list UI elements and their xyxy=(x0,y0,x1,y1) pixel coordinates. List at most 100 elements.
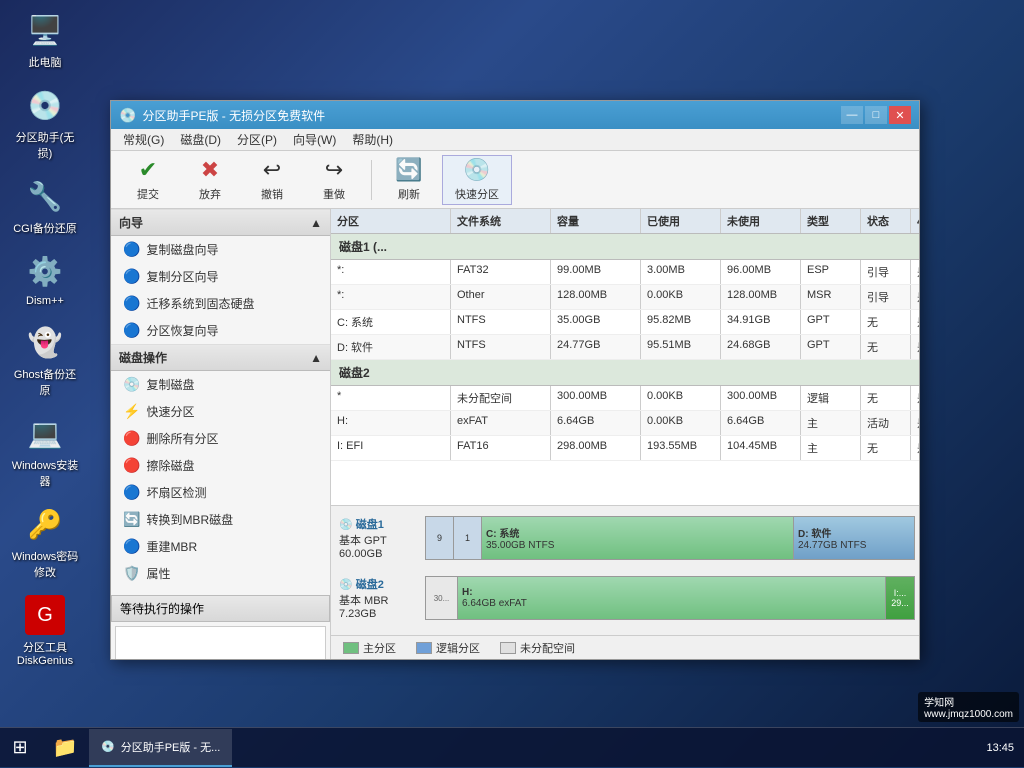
undo-button[interactable]: ↩ 撤销 xyxy=(243,155,301,205)
partition-table-header: 分区 文件系统 容量 已使用 未使用 类型 状态 4KB对齐 xyxy=(331,209,919,234)
desktop-icon-windows-password[interactable]: 🔑 Windows密码修改 xyxy=(10,504,80,580)
sidebar-item-properties[interactable]: 🛡️ 属性 xyxy=(111,560,330,587)
sidebar-item-rebuild-mbr[interactable]: 🔵 重建MBR xyxy=(111,533,330,560)
table-row[interactable]: D: 软件 NTFS 24.77GB 95.51MB 24.68GB GPT 无… xyxy=(331,335,919,360)
sidebar-item-copy-partition[interactable]: 🔵 复制分区向导 xyxy=(111,263,330,290)
discard-icon: ✖ xyxy=(201,157,219,183)
cell-status: 无 xyxy=(861,335,911,359)
legend-logical: 逻辑分区 xyxy=(416,640,480,656)
undo-icon: ↩ xyxy=(263,157,281,183)
copy-disk2-icon: 💿 xyxy=(123,376,140,393)
copy-partition-label: 复制分区向导 xyxy=(146,268,218,285)
partition-assistant-icon: 💿 xyxy=(25,85,65,125)
desktop-icon-cgi-backup[interactable]: 🔧 CGI备份还原 xyxy=(10,176,80,236)
table-row[interactable]: *: Other 128.00MB 0.00KB 128.00MB MSR 引导… xyxy=(331,285,919,310)
disk-ops-collapse-icon[interactable]: ▲ xyxy=(310,351,322,365)
cell-size: 300.00MB xyxy=(551,386,641,410)
table-row[interactable]: * 未分配空间 300.00MB 0.00KB 300.00MB 逻辑 无 是 xyxy=(331,386,919,411)
desktop-icon-ghost[interactable]: 👻 Ghost备份还原 xyxy=(10,322,80,398)
sidebar-item-copy-disk[interactable]: 🔵 复制磁盘向导 xyxy=(111,236,330,263)
menu-wizard[interactable]: 向导(W) xyxy=(285,129,344,151)
disk1-part-c[interactable]: C: 系统 35.00GB NTFS xyxy=(482,517,794,559)
disk2-part-h[interactable]: H: 6.64GB exFAT xyxy=(458,577,886,619)
table-row[interactable]: *: FAT32 99.00MB 3.00MB 96.00MB ESP 引导 是 xyxy=(331,260,919,285)
table-row[interactable]: I: EFI FAT16 298.00MB 193.55MB 104.45MB … xyxy=(331,436,919,461)
cell-align: 是 xyxy=(911,386,919,410)
quick-part-icon: ⚡ xyxy=(123,403,140,420)
sidebar-item-restore[interactable]: 🔵 分区恢复向导 xyxy=(111,317,330,344)
properties-icon: 🛡️ xyxy=(123,565,140,582)
menu-disk[interactable]: 磁盘(D) xyxy=(172,129,229,151)
content-area: 向导 ▲ 🔵 复制磁盘向导 🔵 复制分区向导 🔵 迁移系统到固态硬盘 🔵 xyxy=(111,209,919,659)
cell-fs: NTFS xyxy=(451,335,551,359)
check-bad-label: 坏扇区检测 xyxy=(146,484,206,501)
sidebar-item-check-bad[interactable]: 🔵 坏扇区检测 xyxy=(111,479,330,506)
refresh-label: 刷新 xyxy=(398,186,420,202)
window-title: 分区助手PE版 - 无损分区免费软件 xyxy=(142,107,841,124)
discard-button[interactable]: ✖ 放弃 xyxy=(181,155,239,205)
cell-status: 活动 xyxy=(861,411,911,435)
disk2-part-i[interactable]: I:... 29... xyxy=(886,577,914,619)
app-window: 💿 分区助手PE版 - 无损分区免费软件 — □ ✕ 常规(G) 磁盘(D) 分… xyxy=(110,100,920,660)
close-button[interactable]: ✕ xyxy=(889,106,911,124)
sidebar-item-wipe[interactable]: 🔴 擦除磁盘 xyxy=(111,452,330,479)
dism-icon: ⚙️ xyxy=(25,251,65,291)
legend: 主分区 逻辑分区 未分配空间 xyxy=(331,635,919,659)
disk2-part-unalloc[interactable]: 30... xyxy=(426,577,458,619)
desktop-icon-diskgenius[interactable]: G 分区工具DiskGenius xyxy=(10,595,80,667)
sidebar-item-copy-disk2[interactable]: 💿 复制磁盘 xyxy=(111,371,330,398)
sidebar-item-delete-all[interactable]: 🔴 删除所有分区 xyxy=(111,425,330,452)
taskbar-time: 13:45 xyxy=(986,742,1014,754)
sidebar-item-quick-partition[interactable]: ⚡ 快速分区 xyxy=(111,398,330,425)
redo-button[interactable]: ↪ 重做 xyxy=(305,155,363,205)
taskbar-explorer[interactable]: 📁 xyxy=(45,728,85,768)
table-row[interactable]: C: 系统 NTFS 35.00GB 95.82MB 34.91GB GPT 无… xyxy=(331,310,919,335)
desktop-icon-my-computer[interactable]: 🖥️ 此电脑 xyxy=(10,10,80,70)
watermark: 学知网 www.jmqz1000.com xyxy=(918,692,1019,722)
legend-logical-label: 逻辑分区 xyxy=(436,640,480,656)
diskgenius-icon: G xyxy=(25,595,65,635)
quick-partition-button[interactable]: 💿 快速分区 xyxy=(442,155,512,205)
menu-partition[interactable]: 分区(P) xyxy=(229,129,285,151)
cell-used: 0.00KB xyxy=(641,411,721,435)
disk-map: 💿 磁盘1 基本 GPT 60.00GB 9 1 xyxy=(331,505,919,635)
sidebar-item-migrate[interactable]: 🔵 迁移系统到固态硬盘 xyxy=(111,290,330,317)
desktop-icon-partition-assistant[interactable]: 💿 分区助手(无损) xyxy=(10,85,80,161)
menu-help[interactable]: 帮助(H) xyxy=(344,129,401,151)
maximize-button[interactable]: □ xyxy=(865,106,887,124)
cell-type: ESP xyxy=(801,260,861,284)
cell-fs: Other xyxy=(451,285,551,309)
app-icon: 💿 xyxy=(119,107,136,124)
dism-label: Dism++ xyxy=(26,295,64,307)
disk1-part-msr[interactable]: 1 xyxy=(454,517,482,559)
windows-password-label: Windows密码修改 xyxy=(10,548,80,580)
desktop: 🖥️ 此电脑 💿 分区助手(无损) 🔧 CGI备份还原 ⚙️ Dism++ 👻 … xyxy=(0,0,1024,767)
disk1-part-esp[interactable]: 9 xyxy=(426,517,454,559)
my-computer-label: 此电脑 xyxy=(29,54,62,70)
disk1-part-d[interactable]: D: 软件 24.77GB NTFS xyxy=(794,517,914,559)
submit-button[interactable]: ✔ 提交 xyxy=(119,155,177,205)
cell-align: 是 xyxy=(911,285,919,309)
desktop-icon-dism[interactable]: ⚙️ Dism++ xyxy=(10,251,80,307)
start-button[interactable]: ⊞ xyxy=(0,728,40,768)
cell-partition: I: EFI xyxy=(331,436,451,460)
disk1-partitions-visual: 9 1 C: 系统 35.00GB NTFS D: 软件 2 xyxy=(425,516,915,560)
cell-status: 无 xyxy=(861,386,911,410)
taskbar-task-app[interactable]: 💿 分区助手PE版 - 无... xyxy=(89,729,232,767)
windows-install-icon: 💻 xyxy=(25,413,65,453)
cell-type: MSR xyxy=(801,285,861,309)
table-row[interactable]: H: exFAT 6.64GB 0.00KB 6.64GB 主 活动 是 xyxy=(331,411,919,436)
wizard-collapse-icon[interactable]: ▲ xyxy=(310,216,322,230)
desktop-icon-windows-install[interactable]: 💻 Windows安装器 xyxy=(10,413,80,489)
minimize-button[interactable]: — xyxy=(841,106,863,124)
menu-general[interactable]: 常规(G) xyxy=(115,129,172,151)
cell-size: 298.00MB xyxy=(551,436,641,460)
desktop-icons: 🖥️ 此电脑 💿 分区助手(无损) 🔧 CGI备份还原 ⚙️ Dism++ 👻 … xyxy=(10,10,80,667)
cell-status: 无 xyxy=(861,310,911,334)
menu-bar: 常规(G) 磁盘(D) 分区(P) 向导(W) 帮助(H) xyxy=(111,129,919,151)
sidebar-item-to-mbr[interactable]: 🔄 转换到MBR磁盘 xyxy=(111,506,330,533)
cell-align: 是 xyxy=(911,260,919,284)
cell-used: 95.51MB xyxy=(641,335,721,359)
legend-primary: 主分区 xyxy=(343,640,396,656)
refresh-button[interactable]: 🔄 刷新 xyxy=(380,155,438,205)
